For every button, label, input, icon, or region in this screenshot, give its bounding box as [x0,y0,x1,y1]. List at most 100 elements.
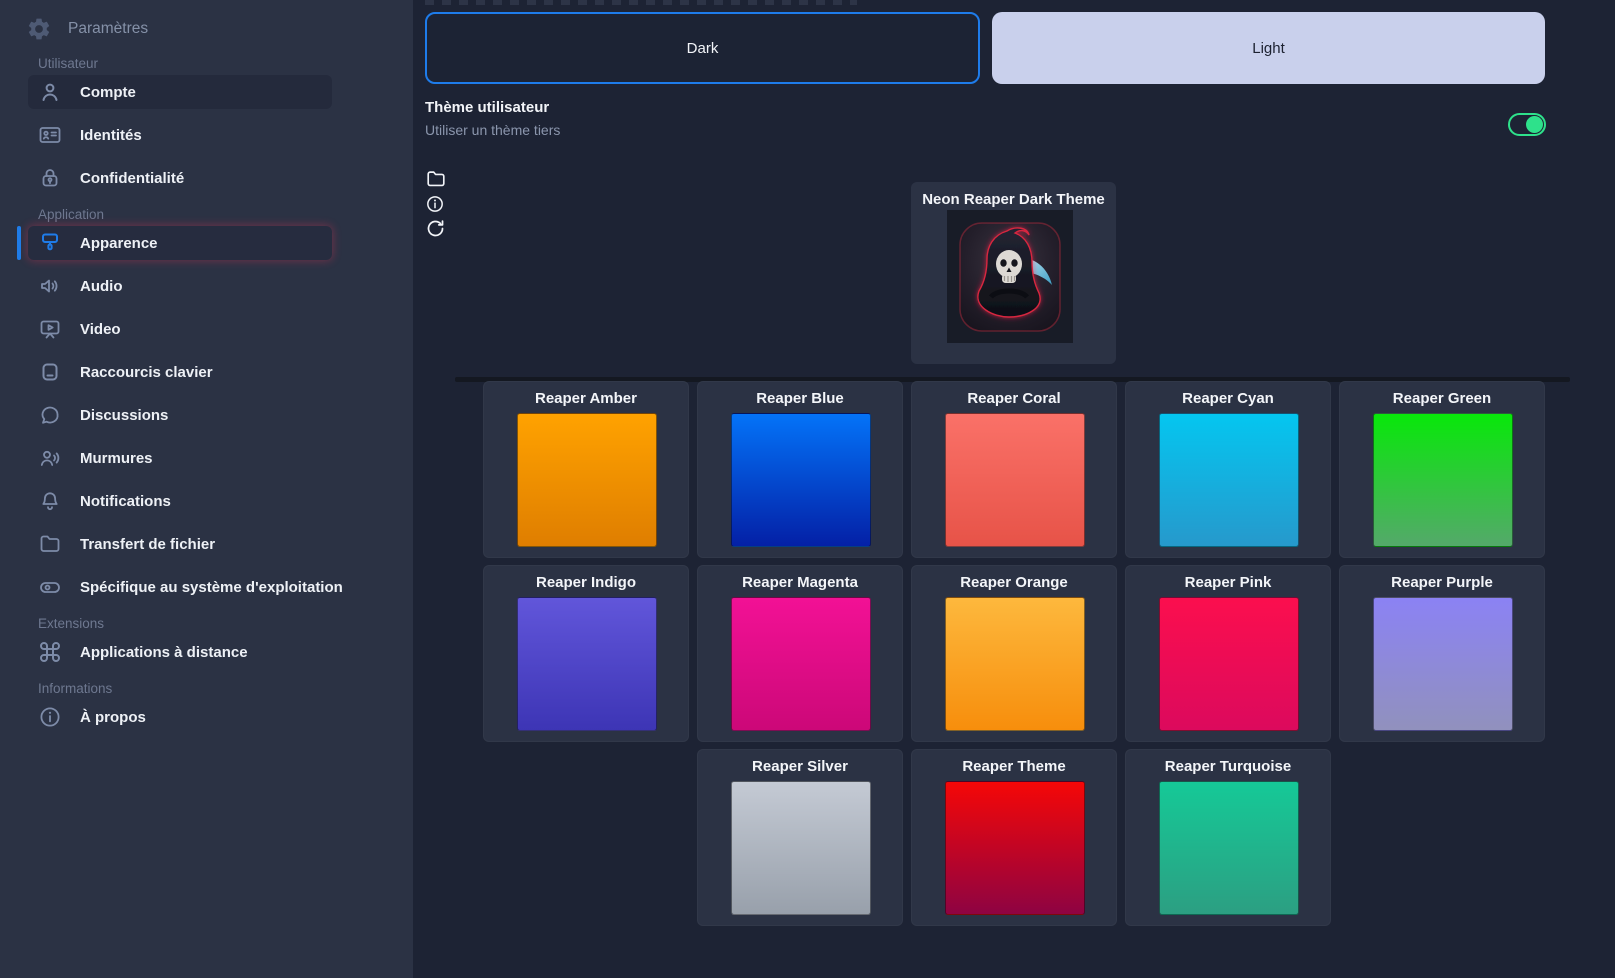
theme-card-title: Reaper Indigo [484,574,688,591]
person-icon [38,80,62,104]
theme-card-title: Reaper Cyan [1126,390,1330,407]
sidebar-item-identites[interactable]: Identités [28,118,332,152]
sidebar-item-raccourcis-clavier[interactable]: Raccourcis clavier [28,355,332,389]
theme-swatch [731,597,871,731]
sidebar-item-label: Apparence [80,235,158,252]
sidebar-section-label: Informations [38,681,413,696]
theme-card-title: Reaper Amber [484,390,688,407]
settings-window: Paramètres Utilisateur Compte Identités Con… [0,0,1615,978]
light-mode-button[interactable]: Light [992,12,1545,84]
theme-card-reaper-green[interactable]: Reaper Green [1339,381,1545,558]
sidebar-header: Paramètres [26,14,413,44]
current-theme-preview [947,210,1073,343]
whisper-icon [38,446,62,470]
chat-icon [38,403,62,427]
open-theme-folder-icon[interactable] [425,168,447,190]
appearance-icon [38,231,62,255]
dark-mode-button[interactable]: Dark [425,12,980,84]
sidebar-item-compte[interactable]: Compte [28,75,332,109]
theme-swatch [517,413,657,547]
sidebar-item-label: Raccourcis clavier [80,364,213,381]
current-theme-card: Neon Reaper Dark Theme [911,182,1116,364]
theme-card-title: Reaper Orange [912,574,1116,591]
theme-card-reaper-cyan[interactable]: Reaper Cyan [1125,381,1331,558]
theme-swatch [1159,781,1299,915]
theme-card-title: Reaper Silver [698,758,902,775]
theme-swatch [731,781,871,915]
sidebar-item-label: Compte [80,84,136,101]
settings-sidebar: Paramètres Utilisateur Compte Identités Con… [0,0,413,978]
sidebar-item-label: Transfert de fichier [80,536,215,553]
gear-icon [26,16,52,42]
theme-card-reaper-theme[interactable]: Reaper Theme [911,749,1117,926]
theme-card-title: Reaper Coral [912,390,1116,407]
sidebar-item-label: Confidentialité [80,170,184,187]
user-theme-subtitle: Utiliser un thème tiers [425,122,560,138]
theme-card-title: Reaper Blue [698,390,902,407]
user-theme-toggle[interactable] [1508,113,1546,136]
theme-card-title: Reaper Turquoise [1126,758,1330,775]
theme-card-reaper-magenta[interactable]: Reaper Magenta [697,565,903,742]
sidebar-item-transfert-de-fichier[interactable]: Transfert de fichier [28,527,332,561]
video-icon [38,317,62,341]
sidebar-item-video[interactable]: Video [28,312,332,346]
theme-card-title: Reaper Green [1340,390,1544,407]
sidebar-item-a-propos[interactable]: À propos [28,700,332,734]
theme-card-title: Reaper Theme [912,758,1116,775]
bell-icon [38,489,62,513]
sidebar-item-specifique-au-systeme-d-exploitation[interactable]: Spécifique au système d'exploitation [28,570,332,604]
folder-icon [38,532,62,556]
current-theme-name: Neon Reaper Dark Theme [911,191,1116,208]
theme-card-reaper-coral[interactable]: Reaper Coral [911,381,1117,558]
id-card-icon [38,123,62,147]
sidebar-item-label: Audio [80,278,123,295]
reaper-image [957,217,1063,337]
sidebar-title: Paramètres [68,20,148,38]
sidebar-item-label: Video [80,321,121,338]
sidebar-item-murmures[interactable]: Murmures [28,441,332,475]
lock-icon [38,166,62,190]
sidebar-section-label: Application [38,207,413,222]
sidebar-item-apparence[interactable]: Apparence [28,226,332,260]
theme-card-title: Reaper Pink [1126,574,1330,591]
speaker-icon [38,274,62,298]
sidebar-item-discussions[interactable]: Discussions [28,398,332,432]
sidebar-item-label: Notifications [80,493,171,510]
theme-card-reaper-amber[interactable]: Reaper Amber [483,381,689,558]
theme-card-reaper-pink[interactable]: Reaper Pink [1125,565,1331,742]
theme-swatch [1159,597,1299,731]
sidebar-item-applications-a-distance[interactable]: Applications à distance [28,635,332,669]
theme-swatch [517,597,657,731]
refresh-theme-icon[interactable] [425,218,447,240]
theme-card-reaper-orange[interactable]: Reaper Orange [911,565,1117,742]
toggle-icon [38,575,62,599]
sidebar-item-confidentialite[interactable]: Confidentialité [28,161,332,195]
toggle-knob [1526,116,1543,133]
theme-card-reaper-purple[interactable]: Reaper Purple [1339,565,1545,742]
theme-card-reaper-blue[interactable]: Reaper Blue [697,381,903,558]
theme-card-title: Reaper Purple [1340,574,1544,591]
sidebar-item-label: Identités [80,127,142,144]
sidebar-section-label: Utilisateur [38,56,413,71]
key-icon [38,360,62,384]
theme-card-title: Reaper Magenta [698,574,902,591]
theme-card-reaper-turquoise[interactable]: Reaper Turquoise [1125,749,1331,926]
sidebar-item-label: Spécifique au système d'exploitation [80,579,343,596]
sidebar-item-label: Discussions [80,407,168,424]
theme-swatch [731,413,871,547]
theme-card-reaper-indigo[interactable]: Reaper Indigo [483,565,689,742]
sidebar-section-label: Extensions [38,616,413,631]
sidebar-item-label: Applications à distance [80,644,248,661]
theme-swatch [945,597,1085,731]
sidebar-item-label: À propos [80,709,146,726]
sidebar-item-notifications[interactable]: Notifications [28,484,332,518]
info-icon [38,705,62,729]
theme-info-icon[interactable] [425,194,447,216]
command-icon [38,640,62,664]
sidebar-item-audio[interactable]: Audio [28,269,332,303]
sidebar-nav: Utilisateur Compte Identités Confidentialit… [0,56,413,734]
theme-card-reaper-silver[interactable]: Reaper Silver [697,749,903,926]
theme-swatch [945,781,1085,915]
theme-swatch [1373,413,1513,547]
theme-swatch [945,413,1085,547]
